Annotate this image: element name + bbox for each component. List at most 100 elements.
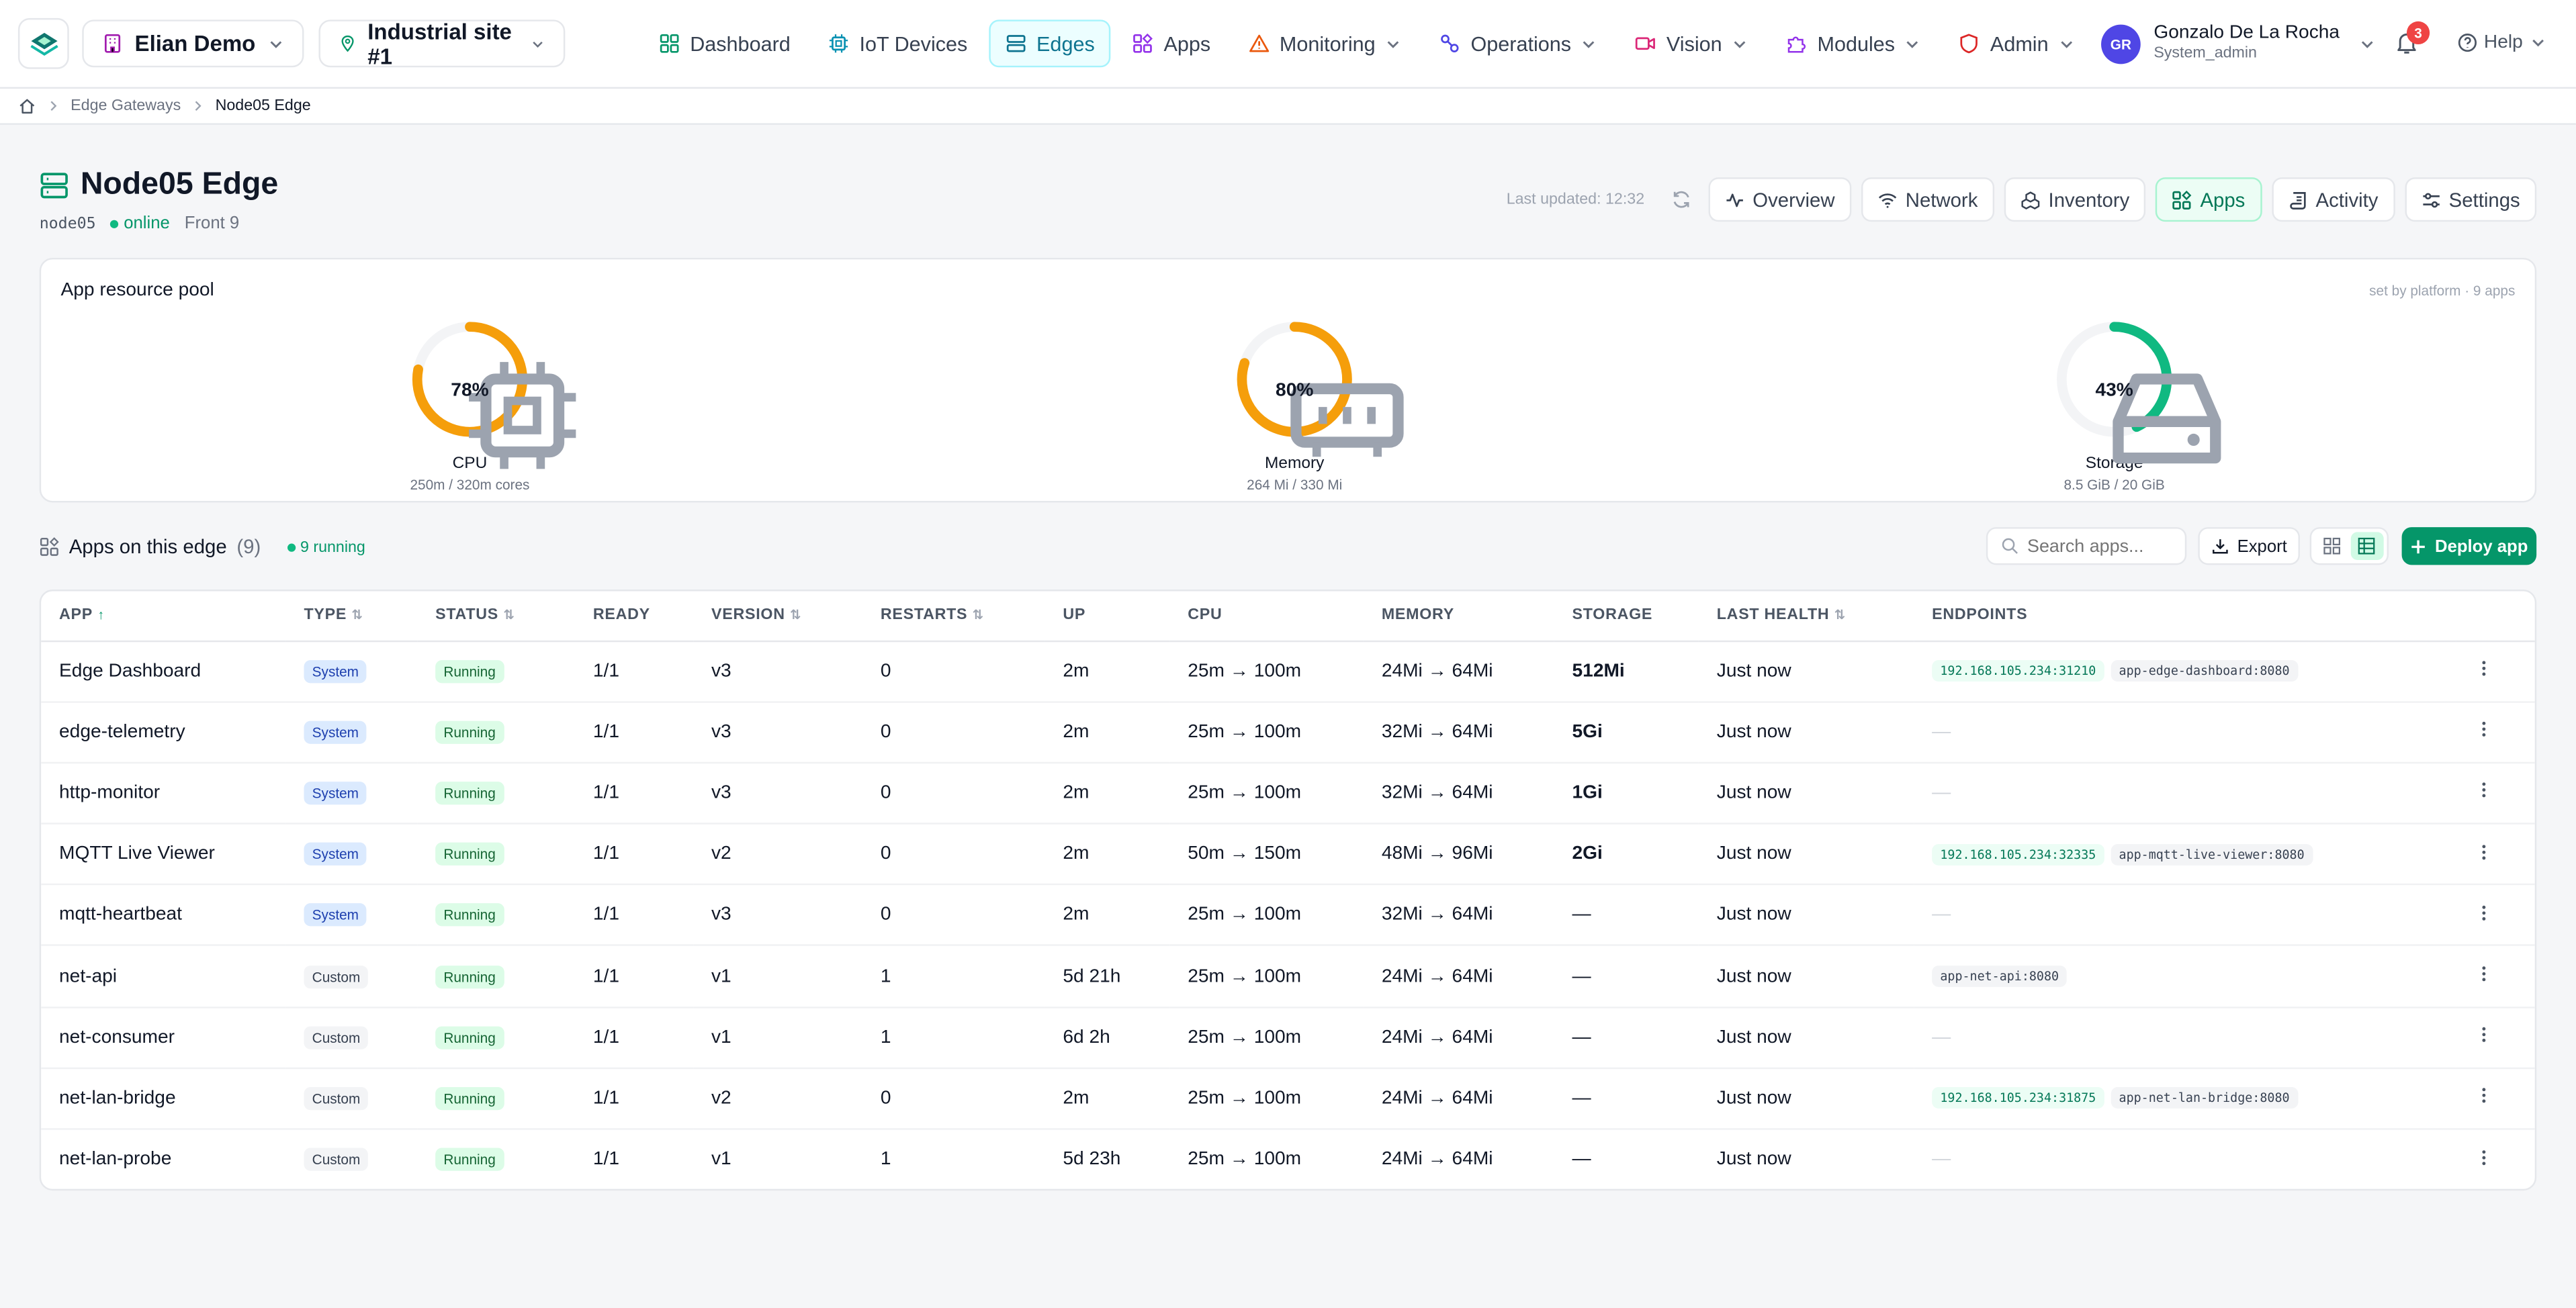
cell-app[interactable]: mqtt-heartbeat bbox=[41, 884, 286, 947]
column-header-app[interactable]: APP ↑ bbox=[41, 591, 286, 642]
endpoint-chip[interactable]: app-edge-dashboard:8080 bbox=[2111, 660, 2298, 682]
search-input[interactable] bbox=[2027, 536, 2176, 556]
hard-drive-icon bbox=[2113, 373, 2221, 464]
breadcrumb-link[interactable]: Edge Gateways bbox=[71, 97, 181, 115]
table-row[interactable]: net-lan-bridge Custom Running 1/1 v2 0 2m 25m →… bbox=[41, 1068, 2535, 1130]
nav-admin[interactable]: Admin bbox=[1943, 19, 2091, 67]
cell-status: Running bbox=[417, 823, 575, 886]
table-row[interactable]: net-consumer Custom Running 1/1 v1 1 6d 2h 25m … bbox=[41, 1007, 2535, 1069]
table-row[interactable]: MQTT Live Viewer System Running 1/1 v2 0 2m 50m… bbox=[41, 823, 2535, 886]
row-actions[interactable] bbox=[2456, 701, 2535, 763]
table-row[interactable]: Edge Dashboard System Running 1/1 v3 0 2m 25m →… bbox=[41, 640, 2535, 703]
cell-status: Running bbox=[417, 884, 575, 947]
table-view-button[interactable] bbox=[2350, 532, 2383, 560]
cell-cpu: 25m → 100m bbox=[1169, 1007, 1364, 1069]
refresh-icon[interactable] bbox=[1671, 189, 1692, 210]
grid-view-button[interactable] bbox=[2315, 532, 2348, 560]
endpoint-chip[interactable]: 192.168.105.234:31210 bbox=[1932, 660, 2104, 682]
nav-operations[interactable]: Operations bbox=[1423, 19, 1614, 67]
row-actions[interactable] bbox=[2456, 823, 2535, 886]
row-actions[interactable] bbox=[2456, 1068, 2535, 1130]
table-row[interactable]: net-lan-probe Custom Running 1/1 v1 1 5d 23h 25… bbox=[41, 1129, 2535, 1188]
cell-health: Just now bbox=[1698, 884, 1914, 947]
cell-app[interactable]: net-lan-probe bbox=[41, 1129, 285, 1188]
more-vertical-icon[interactable] bbox=[2474, 1025, 2493, 1045]
column-header-type[interactable]: TYPE ⇅ bbox=[285, 591, 418, 642]
cell-up: 2m bbox=[1045, 640, 1170, 703]
nav-vision[interactable]: Vision bbox=[1619, 19, 1765, 67]
deploy-app-button[interactable]: Deploy app bbox=[2401, 527, 2537, 565]
site-selector[interactable]: Industrial site #1 bbox=[318, 19, 565, 68]
page-title: Node05 Edge bbox=[80, 167, 279, 202]
map-pin-icon bbox=[341, 35, 353, 52]
cell-app[interactable]: edge-telemetry bbox=[41, 701, 286, 763]
row-actions[interactable] bbox=[2456, 640, 2535, 703]
tab-inventory[interactable]: Inventory bbox=[2004, 177, 2146, 222]
tab-label: Settings bbox=[2448, 188, 2520, 212]
column-header-storage: STORAGE bbox=[1554, 591, 1699, 642]
endpoint-chip[interactable]: app-net-api:8080 bbox=[1932, 966, 2068, 987]
tab-settings[interactable]: Settings bbox=[2404, 177, 2537, 222]
tab-overview[interactable]: Overview bbox=[1708, 177, 1852, 222]
operations-icon bbox=[1441, 34, 1460, 52]
org-selector[interactable]: Elian Demo bbox=[82, 19, 304, 68]
notifications-button[interactable]: 3 bbox=[2393, 21, 2430, 56]
endpoint-chip[interactable]: 192.168.105.234:32335 bbox=[1932, 843, 2104, 866]
column-header-last-health[interactable]: LAST HEALTH ⇅ bbox=[1698, 591, 1914, 642]
app-logo[interactable] bbox=[17, 17, 69, 69]
nav-dashboard[interactable]: Dashboard bbox=[642, 19, 807, 67]
cell-app[interactable]: net-lan-bridge bbox=[41, 1068, 286, 1130]
table-row[interactable]: http-monitor System Running 1/1 v3 0 2m 25m → 1… bbox=[41, 762, 2535, 825]
resource-pool-title: App resource pool bbox=[60, 281, 214, 301]
more-vertical-icon[interactable] bbox=[2474, 842, 2493, 861]
column-header-version[interactable]: VERSION ⇅ bbox=[693, 591, 862, 642]
endpoint-chip[interactable]: app-mqtt-live-viewer:8080 bbox=[2111, 843, 2313, 866]
more-vertical-icon[interactable] bbox=[2474, 1148, 2493, 1167]
status-badge: Running bbox=[435, 903, 504, 927]
cell-app[interactable]: net-consumer bbox=[41, 1007, 286, 1069]
user-menu[interactable]: GR Gonzalo De La Rocha System_admin bbox=[2101, 23, 2376, 64]
more-vertical-icon[interactable] bbox=[2474, 1086, 2493, 1106]
help-menu[interactable]: Help bbox=[2458, 33, 2546, 52]
cell-app[interactable]: http-monitor bbox=[41, 762, 286, 825]
row-actions[interactable] bbox=[2456, 762, 2535, 825]
endpoint-chip[interactable]: app-net-lan-bridge:8080 bbox=[2111, 1088, 2298, 1109]
endpoint-chip[interactable]: 192.168.105.234:31875 bbox=[1932, 1088, 2104, 1109]
cell-endpoints: — bbox=[1914, 701, 2456, 763]
chevron-down-icon bbox=[1583, 40, 1595, 48]
cell-app[interactable]: Edge Dashboard bbox=[41, 640, 286, 703]
avatar: GR bbox=[2101, 24, 2141, 64]
more-vertical-icon[interactable] bbox=[2474, 781, 2493, 800]
column-header-status[interactable]: STATUS ⇅ bbox=[417, 591, 575, 642]
more-vertical-icon[interactable] bbox=[2474, 964, 2493, 984]
home-icon[interactable] bbox=[18, 97, 36, 115]
row-actions[interactable] bbox=[2456, 1007, 2535, 1069]
tab-apps[interactable]: Apps bbox=[2156, 177, 2262, 222]
table-row[interactable]: mqtt-heartbeat System Running 1/1 v3 0 2m 25m →… bbox=[41, 884, 2535, 947]
row-actions[interactable] bbox=[2456, 1129, 2534, 1188]
nav-modules[interactable]: Modules bbox=[1770, 19, 1938, 67]
more-vertical-icon[interactable] bbox=[2474, 659, 2493, 678]
nav-edges[interactable]: Edges bbox=[989, 19, 1112, 68]
storage-gauge: 43% Storage 8.5 GiB / 20 GiB bbox=[2008, 318, 2221, 493]
nav-apps[interactable]: Apps bbox=[1116, 19, 1227, 67]
cell-up: 2m bbox=[1045, 884, 1170, 947]
more-vertical-icon[interactable] bbox=[2474, 903, 2493, 923]
more-vertical-icon[interactable] bbox=[2474, 720, 2493, 739]
table-row[interactable]: net-api Custom Running 1/1 v1 1 5d 21h 25m → 10… bbox=[41, 945, 2535, 1008]
row-actions[interactable] bbox=[2456, 945, 2535, 1008]
row-actions[interactable] bbox=[2456, 884, 2535, 947]
export-button[interactable]: Export bbox=[2198, 527, 2300, 565]
nav-monitoring[interactable]: Monitoring bbox=[1232, 19, 1418, 67]
cell-app[interactable]: net-api bbox=[41, 945, 286, 1008]
cell-app[interactable]: MQTT Live Viewer bbox=[41, 823, 286, 886]
table-row[interactable]: edge-telemetry System Running 1/1 v3 0 2m 25m →… bbox=[41, 701, 2535, 763]
nav-iot-devices[interactable]: IoT Devices bbox=[812, 19, 984, 67]
column-header-restarts[interactable]: RESTARTS ⇅ bbox=[862, 591, 1045, 642]
cpu-usage: 250m / 320m cores bbox=[410, 476, 530, 493]
plus-icon bbox=[2411, 539, 2426, 553]
tab-network[interactable]: Network bbox=[1861, 177, 1994, 222]
tab-activity[interactable]: Activity bbox=[2271, 177, 2395, 222]
status-badge: Running bbox=[435, 1025, 504, 1049]
export-label: Export bbox=[2237, 536, 2287, 556]
